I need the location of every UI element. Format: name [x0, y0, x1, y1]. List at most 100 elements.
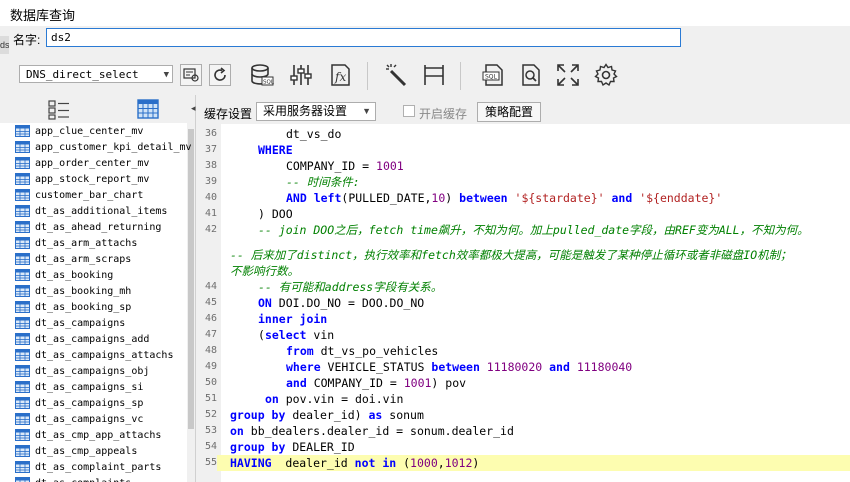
table-icon — [15, 157, 30, 169]
left-edge-tab[interactable]: ds — [0, 36, 9, 54]
magic-wand-button[interactable] — [384, 64, 410, 87]
table-icon — [15, 477, 30, 482]
column-split-button[interactable] — [421, 64, 447, 86]
code-line[interactable]: 50 and COMPANY_ID = 1001) pov — [196, 375, 850, 391]
cache-mode-select[interactable]: 采用服务器设置 ▼ — [256, 102, 376, 121]
sidebar-table-item[interactable]: dt_as_cmp_appeals — [0, 443, 195, 459]
sidebar-table-item[interactable]: dt_as_ahead_returning — [0, 219, 195, 235]
code-line[interactable]: 42 -- join DOO之后，fetch time飙升，不知为何。加上pull… — [196, 222, 850, 238]
line-number: 41 — [204, 208, 217, 219]
code-token: and — [549, 360, 577, 374]
code-line[interactable]: -- 后来加了distinct，执行效率和fetch效率都极大提高，可能是触发了… — [196, 247, 850, 263]
line-number: 50 — [204, 377, 217, 388]
sidebar-table-item[interactable]: dt_as_campaigns_sp — [0, 395, 195, 411]
code-line[interactable]: 36 dt_vs_do — [196, 126, 850, 142]
sidebar-table-item[interactable]: dt_as_cmp_app_attachs — [0, 427, 195, 443]
toolbar: DNS_direct_select ▼ SQL fx SQL — [0, 56, 850, 94]
code-text: and COMPANY_ID = 1001) pov — [286, 375, 466, 391]
datasource-select[interactable]: DNS_direct_select ▼ — [19, 65, 173, 83]
code-token: where — [286, 360, 328, 374]
sidebar-table-item[interactable]: dt_as_campaigns — [0, 315, 195, 331]
column-split-icon — [424, 65, 444, 85]
collapse-chevron-icon[interactable]: ◂ — [191, 103, 196, 114]
settings-button[interactable] — [593, 63, 619, 87]
code-text: where VEHICLE_STATUS between 11180020 an… — [286, 359, 632, 375]
sidebar-table-item[interactable]: dt_as_arm_scraps — [0, 251, 195, 267]
sidebar-table-item[interactable]: dt_as_campaigns_vc — [0, 411, 195, 427]
sql-editor[interactable]: 36 dt_vs_do 37 WHERE 38 COMPANY_ID = 1001 39 --… — [196, 124, 850, 482]
code-line[interactable]: 55 HAVING dealer_id not in (1000,1012) — [196, 455, 850, 471]
sidebar-table-item[interactable]: dt_as_complaints — [0, 475, 195, 482]
sliders-icon — [290, 65, 312, 85]
database-sql-button[interactable]: SQL — [249, 64, 275, 86]
name-search-input[interactable] — [46, 28, 681, 47]
sidebar-table-item[interactable]: dt_as_complaint_parts — [0, 459, 195, 475]
code-token: WHERE — [258, 143, 293, 157]
cache-settings-label: 缓存设置 — [204, 107, 253, 121]
sidebar-table-item[interactable]: app_clue_center_mv — [0, 123, 195, 139]
sidebar-table-item[interactable]: dt_as_booking — [0, 267, 195, 283]
code-token: -- 时间条件: — [286, 175, 360, 189]
sidebar-table-item[interactable]: dt_as_campaigns_si — [0, 379, 195, 395]
code-line[interactable]: 41) DOO — [196, 206, 850, 222]
code-token: as — [368, 408, 390, 422]
table-icon — [15, 333, 30, 345]
enable-cache-checkbox[interactable] — [403, 105, 415, 117]
code-line[interactable]: 47 (select vin — [196, 327, 850, 343]
code-line[interactable]: 40 AND left(PULLED_DATE,10) between '${st… — [196, 190, 850, 206]
code-token: ( — [258, 328, 265, 342]
sidebar-table-item[interactable]: app_customer_kpi_detail_mv — [0, 139, 195, 155]
code-token: -- join DOO之后，fetch time飙升，不知为何。加上pulled… — [258, 223, 809, 237]
code-line[interactable]: 38 COMPANY_ID = 1001 — [196, 158, 850, 174]
sliders-button[interactable] — [288, 64, 314, 86]
line-number: 48 — [204, 345, 217, 356]
table-icon — [15, 317, 30, 329]
line-number: 38 — [204, 160, 217, 171]
code-line[interactable]: 39 -- 时间条件: — [196, 174, 850, 190]
datasource-edit-button[interactable] — [180, 64, 202, 86]
code-line[interactable]: 52 group by dealer_id) as sonum — [196, 407, 850, 423]
line-number: 52 — [204, 409, 217, 420]
code-line[interactable]: 不影响行数。 — [196, 263, 850, 279]
sidebar-table-item[interactable]: app_order_center_mv — [0, 155, 195, 171]
code-line[interactable]: 54 group by DEALER_ID — [196, 439, 850, 455]
code-line[interactable]: 44 -- 有可能和address字段有关系。 — [196, 279, 850, 295]
search-document-button[interactable] — [518, 64, 544, 86]
code-line[interactable]: 51 on pov.vin = doi.vin — [196, 391, 850, 407]
database-sql-icon: SQL — [251, 64, 274, 86]
code-text: dt_vs_do — [286, 126, 341, 142]
sidebar-table-item[interactable]: customer_bar_chart — [0, 187, 195, 203]
code-token: -- 有可能和address字段有关系。 — [258, 280, 443, 294]
table-name: dt_as_ahead_returning — [35, 221, 162, 233]
sidebar-table-item[interactable]: dt_as_additional_items — [0, 203, 195, 219]
sidebar-table-item[interactable]: dt_as_booking_mh — [0, 283, 195, 299]
list-view-button[interactable] — [48, 100, 70, 125]
strategy-config-button[interactable]: 策略配置 — [477, 102, 541, 122]
expand-button[interactable] — [555, 64, 581, 86]
code-line[interactable]: 45 ON DOI.DO_NO = DOO.DO_NO — [196, 295, 850, 311]
code-token: COMPANY_ID = — [286, 159, 377, 173]
refresh-button[interactable] — [209, 64, 231, 86]
sql-file-button[interactable]: SQL — [481, 64, 507, 86]
function-button[interactable]: fx — [327, 64, 353, 86]
code-line[interactable]: 49 where VEHICLE_STATUS between 11180020 … — [196, 359, 850, 375]
code-token: between — [459, 191, 515, 205]
sidebar-table-item[interactable]: dt_as_campaigns_add — [0, 331, 195, 347]
code-token: DOI.DO_NO = DOO.DO_NO — [278, 296, 425, 310]
code-token: sonum — [389, 408, 424, 422]
code-token: dt_vs_do — [286, 127, 342, 141]
code-line[interactable]: 37 WHERE — [196, 142, 850, 158]
sidebar-table-item[interactable]: dt_as_booking_sp — [0, 299, 195, 315]
code-line[interactable]: 46 inner join — [196, 311, 850, 327]
sidebar-table-item[interactable]: dt_as_campaigns_attachs — [0, 347, 195, 363]
code-line[interactable]: 48 from dt_vs_po_vehicles — [196, 343, 850, 359]
sidebar-table-item[interactable]: dt_as_campaigns_obj — [0, 363, 195, 379]
code-line[interactable]: 53 on bb_dealers.dealer_id = sonum.dealer… — [196, 423, 850, 439]
search-document-icon — [522, 64, 540, 86]
code-token: '${enddate}' — [639, 191, 723, 205]
sidebar-table-item[interactable]: app_stock_report_mv — [0, 171, 195, 187]
table-icon — [15, 125, 30, 137]
sidebar-table-item[interactable]: dt_as_arm_attachs — [0, 235, 195, 251]
grid-view-button[interactable] — [137, 99, 159, 124]
svg-text:SQL: SQL — [263, 80, 274, 86]
